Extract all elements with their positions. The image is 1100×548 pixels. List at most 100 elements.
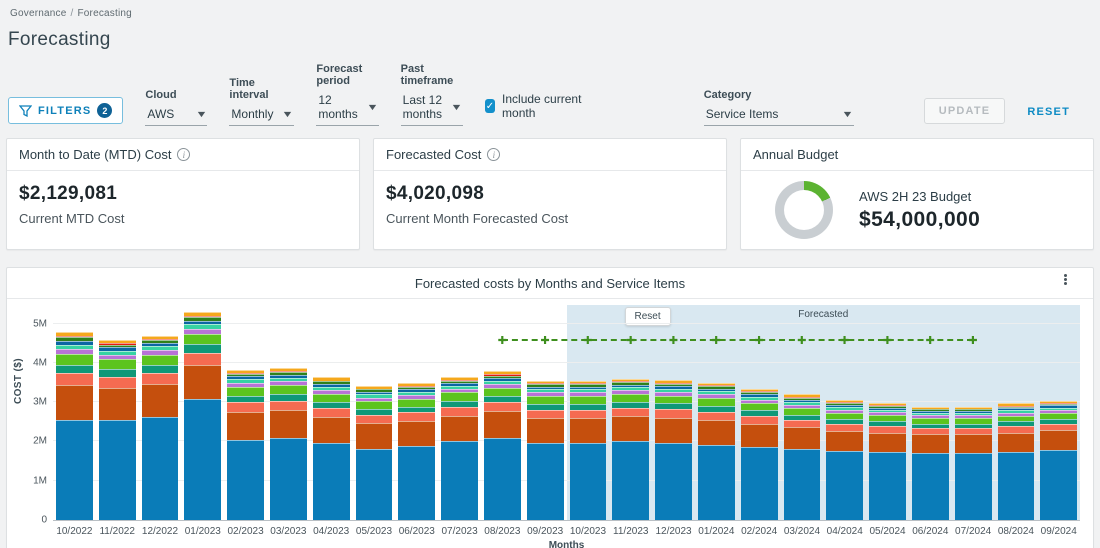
bar-segment[interactable] (655, 396, 692, 404)
bar-segment[interactable] (313, 417, 350, 443)
info-icon[interactable]: i (177, 148, 190, 161)
reset-filters-link[interactable]: RESET (1027, 106, 1070, 118)
bar-segment[interactable] (398, 446, 435, 520)
stacked-bar-04/2024[interactable] (826, 400, 863, 520)
bar-segment[interactable] (356, 449, 393, 520)
bar-segment[interactable] (741, 447, 778, 520)
bar-segment[interactable] (398, 399, 435, 407)
bar-segment[interactable] (1040, 424, 1077, 431)
stacked-bar-01/2024[interactable] (698, 383, 735, 520)
stacked-bar-11/2022[interactable] (99, 340, 136, 520)
bar-segment[interactable] (655, 418, 692, 443)
bar-segment[interactable] (912, 453, 949, 520)
bar-segment[interactable] (1040, 430, 1077, 450)
bar-segment[interactable] (869, 452, 906, 520)
bar-segment[interactable] (998, 426, 1035, 433)
bar-segment[interactable] (955, 434, 992, 453)
bar-segment[interactable] (56, 420, 93, 520)
bar-segment[interactable] (784, 408, 821, 415)
bar-segment[interactable] (612, 394, 649, 402)
bar-segment[interactable] (527, 410, 564, 419)
bar-segment[interactable] (441, 392, 478, 400)
stacked-bar-09/2023[interactable] (527, 381, 564, 520)
filter-select[interactable]: Monthly ▼ (229, 105, 294, 126)
bar-segment[interactable] (227, 396, 264, 403)
stacked-bar-06/2024[interactable] (912, 407, 949, 520)
bar-segment[interactable] (826, 451, 863, 520)
bar-segment[interactable] (741, 424, 778, 448)
bar-segment[interactable] (184, 344, 221, 352)
bar-segment[interactable] (698, 412, 735, 420)
bar-segment[interactable] (441, 407, 478, 416)
filters-button[interactable]: FILTERS 2 (8, 97, 123, 124)
stacked-bar-07/2023[interactable] (441, 377, 478, 520)
bar-segment[interactable] (570, 418, 607, 443)
stacked-bar-03/2023[interactable] (270, 368, 307, 520)
stacked-bar-02/2023[interactable] (227, 370, 264, 520)
bar-segment[interactable] (142, 365, 179, 373)
bar-segment[interactable] (955, 453, 992, 520)
bar-segment[interactable] (826, 431, 863, 451)
chart-menu-kebab-icon[interactable] (1064, 274, 1067, 285)
stacked-bar-01/2023[interactable] (184, 312, 221, 520)
stacked-bar-03/2024[interactable] (784, 394, 821, 520)
stacked-bar-05/2023[interactable] (356, 386, 393, 520)
stacked-bar-07/2024[interactable] (955, 407, 992, 520)
bar-segment[interactable] (1040, 450, 1077, 520)
bar-segment[interactable] (826, 424, 863, 431)
filter-select[interactable]: AWS ▼ (145, 105, 207, 126)
stacked-bar-12/2022[interactable] (142, 336, 179, 521)
bar-segment[interactable] (356, 415, 393, 424)
bar-segment[interactable] (270, 385, 307, 394)
bar-segment[interactable] (99, 420, 136, 520)
bar-segment[interactable] (869, 426, 906, 433)
bar-segment[interactable] (184, 334, 221, 345)
bar-segment[interactable] (998, 433, 1035, 452)
bar-segment[interactable] (99, 369, 136, 376)
bar-segment[interactable] (784, 449, 821, 520)
bar-segment[interactable] (227, 412, 264, 440)
bar-segment[interactable] (142, 355, 179, 365)
category-select[interactable]: Service Items ▼ (704, 105, 854, 126)
bar-segment[interactable] (313, 408, 350, 417)
bar-segment[interactable] (784, 427, 821, 449)
stacked-bar-04/2023[interactable] (313, 377, 350, 520)
include-current-month-checkbox[interactable]: ✓ (485, 99, 495, 113)
bar-segment[interactable] (227, 387, 264, 396)
bar-segment[interactable] (741, 416, 778, 424)
bar-segment[interactable] (869, 433, 906, 453)
stacked-bar-10/2022[interactable] (56, 332, 93, 520)
bar-segment[interactable] (698, 445, 735, 520)
bar-segment[interactable] (484, 411, 521, 437)
bar-segment[interactable] (270, 394, 307, 401)
bar-segment[interactable] (270, 438, 307, 520)
info-icon[interactable]: i (487, 148, 500, 161)
bar-segment[interactable] (184, 353, 221, 365)
bar-segment[interactable] (484, 402, 521, 411)
bar-segment[interactable] (270, 410, 307, 437)
bar-segment[interactable] (998, 452, 1035, 520)
bar-segment[interactable] (570, 396, 607, 404)
bar-segment[interactable] (99, 388, 136, 420)
bar-segment[interactable] (56, 385, 93, 420)
bar-segment[interactable] (398, 412, 435, 421)
bar-segment[interactable] (527, 396, 564, 404)
stacked-bar-12/2023[interactable] (655, 380, 692, 520)
bar-segment[interactable] (527, 443, 564, 520)
filter-select[interactable]: Last 12 months ▼ (401, 91, 463, 126)
breadcrumb-governance[interactable]: Governance (10, 8, 66, 19)
include-current-month-group[interactable]: ✓ Include current month (485, 92, 586, 120)
stacked-bar-10/2023[interactable] (570, 381, 607, 520)
stacked-bar-08/2024[interactable] (998, 403, 1035, 520)
stacked-bar-05/2024[interactable] (869, 403, 906, 520)
bar-segment[interactable] (356, 401, 393, 409)
bar-segment[interactable] (142, 373, 179, 384)
bar-segment[interactable] (227, 402, 264, 411)
bar-segment[interactable] (912, 434, 949, 453)
bar-segment[interactable] (142, 417, 179, 520)
stacked-bar-09/2024[interactable] (1040, 401, 1077, 520)
bar-segment[interactable] (99, 377, 136, 388)
filter-select[interactable]: 12 months ▼ (316, 91, 378, 126)
bar-segment[interactable] (612, 416, 649, 441)
bar-segment[interactable] (612, 441, 649, 520)
